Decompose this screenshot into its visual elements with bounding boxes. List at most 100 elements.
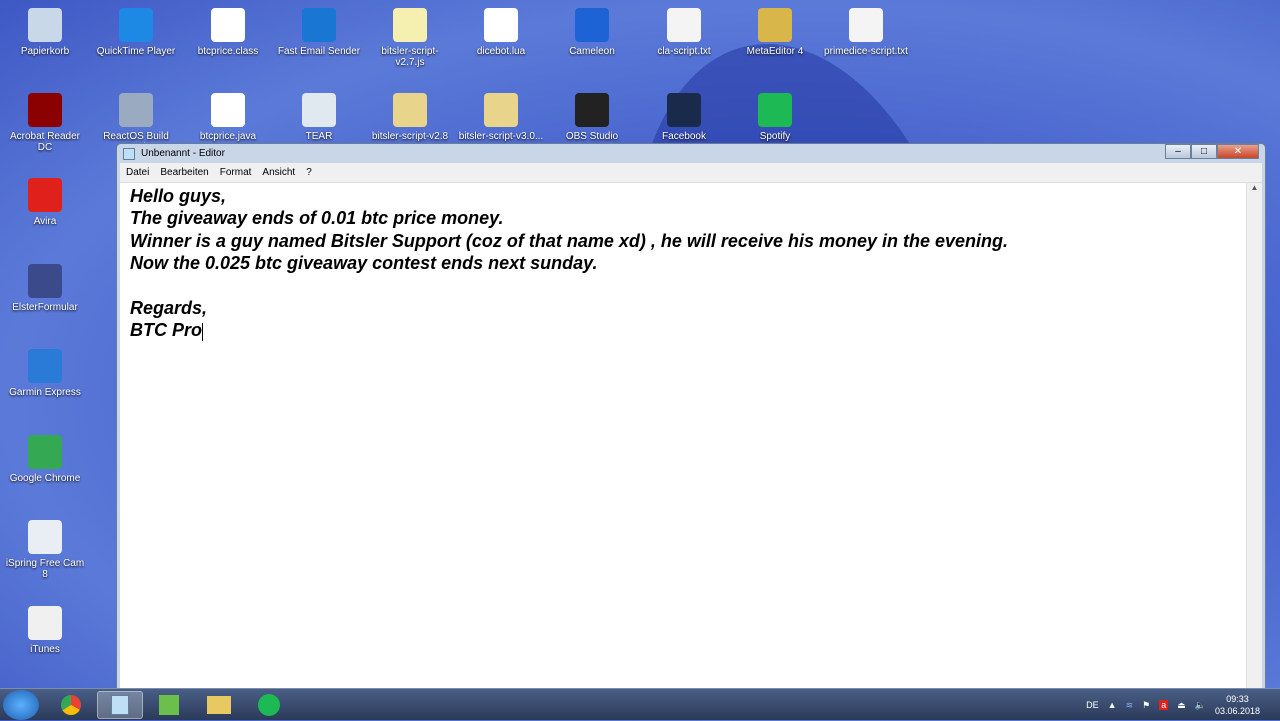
vertical-scrollbar[interactable]: ▲ [1246,183,1262,689]
notepad-window: Unbenannt - Editor – □ ✕ Datei Bearbeite… [116,143,1266,690]
taskbar-metaeditor[interactable] [146,691,192,719]
clock[interactable]: 09:33 03.06.2018 [1215,693,1260,717]
desktop-icon-label: Cameleon [569,46,615,57]
text-caret [202,322,203,341]
menu-help[interactable]: ? [306,167,312,178]
facebook-app-icon [667,93,701,127]
desktop-icon-label: primedice-script.txt [824,46,908,57]
desktop-icon[interactable]: btcprice.class [185,8,271,57]
desktop-icon-label: iSpring Free Cam 8 [5,558,85,580]
title-bar[interactable]: Unbenannt - Editor – □ ✕ [117,144,1265,163]
taskbar-notepad[interactable] [97,691,143,719]
menu-bearbeiten[interactable]: Bearbeiten [160,167,208,178]
maximize-button[interactable]: □ [1191,144,1217,159]
desktop-icon-label: OBS Studio [565,131,619,142]
acrobat-icon [28,93,62,127]
desktop-icon-label: bitsler-script-v3.0... [458,131,544,142]
spotify-icon [758,93,792,127]
desktop-icon[interactable]: iSpring Free Cam 8 [2,520,88,580]
network-icon[interactable]: ≋ [1126,700,1134,711]
desktop-icon[interactable]: Garmin Express [2,349,88,398]
metaeditor-icon [758,8,792,42]
vscode-file-icon [211,93,245,127]
desktop-icon[interactable]: bitsler-script-v3.0... [458,93,544,142]
desktop-icon-label: btcprice.class [197,46,259,57]
window-title: Unbenannt - Editor [141,148,225,159]
desktop-icon[interactable]: ElsterFormular [2,263,88,313]
notepad-icon [111,695,129,715]
text-file-icon [849,8,883,42]
desktop-icon-label: dicebot.lua [476,46,526,57]
minimize-button[interactable]: – [1165,144,1191,159]
script-icon [393,8,427,42]
avira-icon [28,178,62,212]
itunes-icon [28,605,62,640]
desktop-icon-label: Avira [33,216,57,227]
desktop-icon[interactable]: Facebook [641,93,727,142]
taskbar-chrome[interactable] [48,691,94,719]
action-center-flag-icon[interactable]: ⚑ [1142,700,1150,711]
obs-icon [575,93,609,127]
text-file-icon [667,8,701,42]
taskbar-spotify[interactable] [246,691,292,719]
desktop-icon[interactable]: Acrobat Reader DC [2,93,88,153]
chrome-icon [61,695,81,715]
desktop-icon[interactable]: Papierkorb [2,8,88,57]
show-hidden-icons-button[interactable]: ▲ [1108,700,1117,710]
menu-datei[interactable]: Datei [126,167,149,178]
desktop-icon[interactable]: iTunes [2,605,88,655]
language-indicator[interactable]: DE [1086,700,1099,710]
chrome-icon [28,434,62,469]
volume-icon[interactable]: 🔈 [1195,700,1206,711]
desktop-icon[interactable]: btcprice.java [185,93,271,142]
avira-tray-icon[interactable]: a [1159,700,1169,710]
desktop-icon-label: iTunes [30,643,60,655]
system-tray: DE ▲ ≋ ⚑ a ⏏ 🔈 09:33 03.06.2018 [1086,689,1260,721]
spotify-icon [258,694,280,716]
garmin-icon [28,349,62,383]
email-sender-icon [302,8,336,42]
desktop-icon[interactable]: dicebot.lua [458,8,544,57]
taskbar-explorer[interactable] [196,691,242,719]
editor-text[interactable]: Hello guys, The giveaway ends of 0.01 bt… [130,186,1008,340]
desktop-icon[interactable]: bitsler-script-v2.8 [367,93,453,142]
cameleon-icon [575,8,609,42]
desktop-icon[interactable]: cla-script.txt [641,8,727,57]
desktop-icon[interactable]: MetaEditor 4 [732,8,818,57]
text-editor[interactable]: Hello guys, The giveaway ends of 0.01 bt… [120,182,1262,689]
desktop-icon-label: ElsterFormular [12,301,78,313]
clock-time: 09:33 [1226,694,1249,704]
start-button[interactable] [3,690,39,720]
desktop-icon[interactable]: Google Chrome [2,434,88,484]
desktop-icon-label: bitsler-script-v2.8 [371,131,449,142]
desktop-icon[interactable]: Avira [2,178,88,227]
elster-icon [28,263,62,298]
desktop-icon-label: cla-script.txt [657,46,711,57]
folder-icon [393,93,427,127]
reactos-icon [119,93,153,127]
taskbar: DE ▲ ≋ ⚑ a ⏏ 🔈 09:33 03.06.2018 [0,688,1280,720]
desktop-icon-label: bitsler-script-v2.7.js [381,46,439,68]
recycle-bin-icon [28,8,62,42]
folder-icon [207,696,231,714]
menu-format[interactable]: Format [220,167,252,178]
close-button[interactable]: ✕ [1217,144,1259,159]
desktop-icon-label: Garmin Express [9,387,81,398]
desktop-icon[interactable]: Spotify [732,93,818,142]
water-drop-icon [302,93,336,127]
desktop-icon[interactable]: Fast Email Sender [276,8,362,57]
clock-date: 03.06.2018 [1214,706,1260,716]
desktop-icon[interactable]: OBS Studio [549,93,635,142]
metaeditor-icon [159,695,179,715]
desktop-icon[interactable]: Cameleon [549,8,635,57]
menu-ansicht[interactable]: Ansicht [262,167,295,178]
desktop-icon[interactable]: TEAR [276,93,362,142]
desktop-icon-label: QuickTime Player [96,46,176,57]
desktop-icon[interactable]: QuickTime Player [93,8,179,57]
file-icon [211,8,245,42]
safely-remove-hardware-icon[interactable]: ⏏ [1177,700,1186,711]
desktop-icon[interactable]: primedice-script.txt [823,8,909,57]
desktop-icon-label: Spotify [759,131,791,142]
folder-icon [484,93,518,127]
desktop-icon[interactable]: bitsler-script-v2.7.js [367,8,453,68]
